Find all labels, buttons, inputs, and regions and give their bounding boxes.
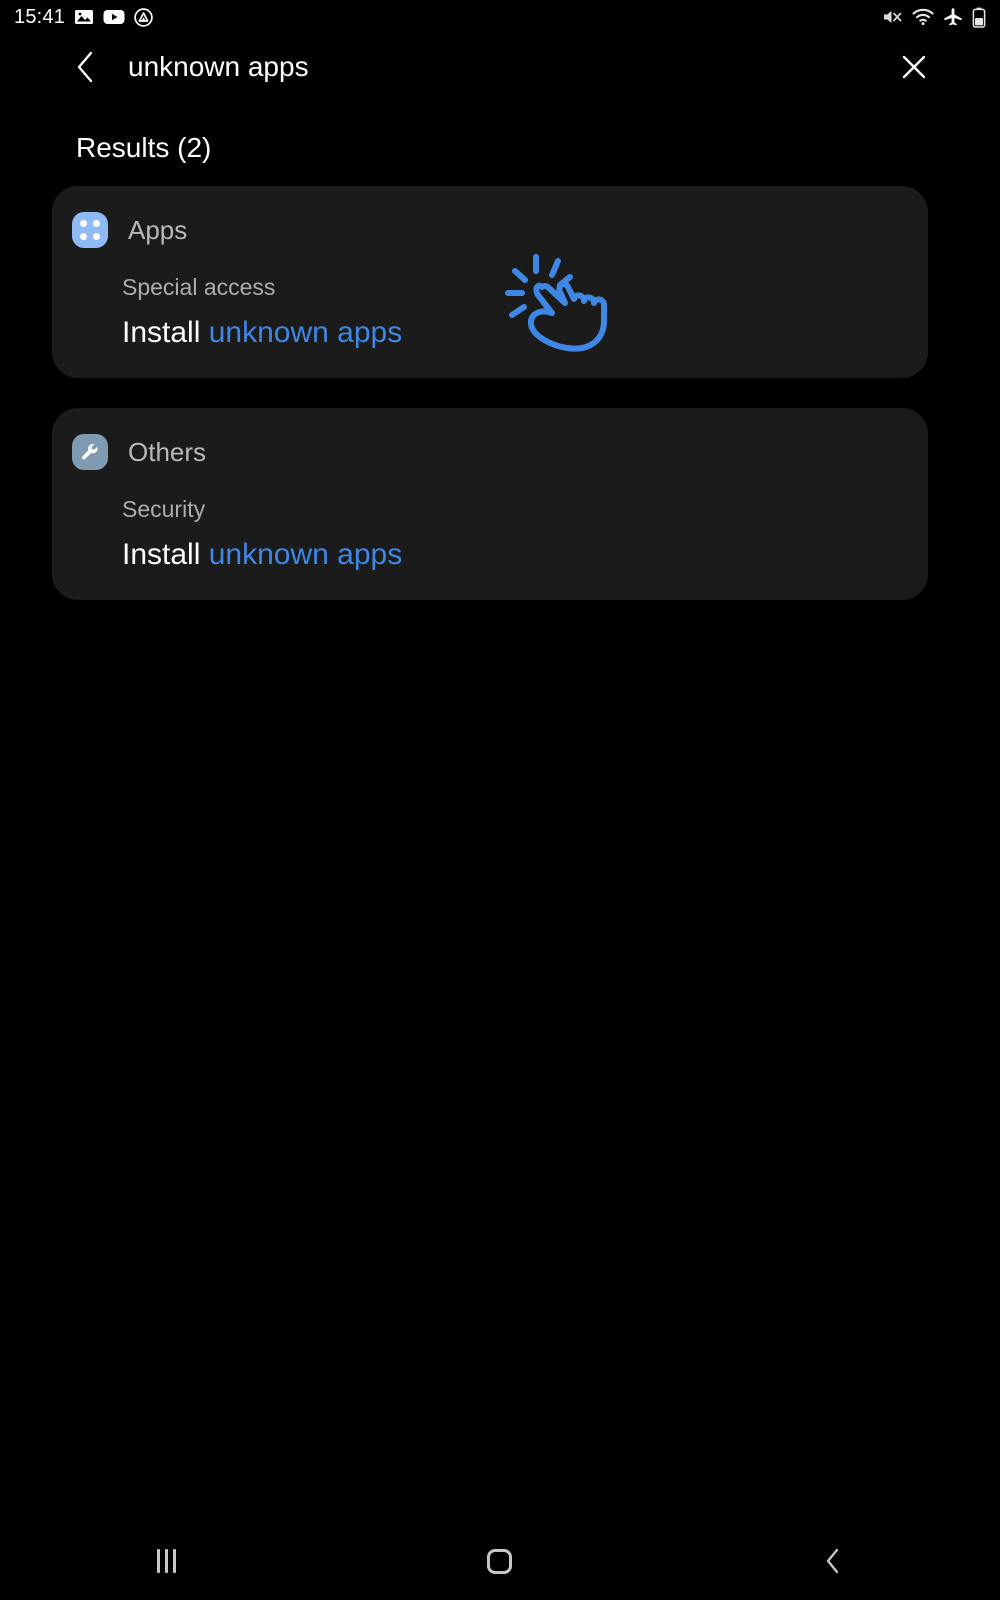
mute-icon [884, 11, 902, 23]
recents-icon [157, 1549, 177, 1573]
youtube-icon [103, 10, 125, 24]
back-button[interactable] [58, 39, 114, 95]
home-icon [487, 1548, 513, 1574]
result-item-highlight: unknown apps [208, 538, 403, 572]
result-card-apps[interactable]: Apps Special access Install unknown apps [52, 186, 928, 379]
status-bar-clock: 15:41 [14, 6, 66, 28]
results-list: Apps Special access Install unknown apps [52, 186, 928, 630]
status-bar: 15:41 [0, 0, 1000, 34]
status-bar-left: 15:41 [14, 7, 153, 27]
result-breadcrumb-label: Special access [122, 274, 276, 300]
result-item-label[interactable]: Install unknown apps [122, 535, 928, 574]
nav-back-button[interactable] [667, 1522, 1000, 1600]
wrench-icon [72, 434, 108, 471]
result-breadcrumb-label: Security [122, 496, 206, 523]
result-card-body[interactable]: Security Install unknown apps [52, 474, 928, 574]
clear-search-button[interactable] [890, 43, 938, 91]
result-item-label[interactable]: Install unknown apps [122, 313, 928, 352]
chevron-left-icon [77, 51, 93, 83]
recents-button[interactable] [0, 1522, 333, 1600]
apps-grid-dots [80, 220, 100, 240]
drive-triangle-icon [134, 7, 153, 27]
result-card-header: Others [52, 430, 928, 474]
back-icon [827, 1548, 839, 1574]
search-query-text[interactable]: unknown apps [128, 53, 309, 81]
result-card-header: Apps [52, 208, 928, 252]
results-title: Results (2) [76, 132, 212, 163]
result-category-label: Apps [128, 215, 188, 245]
apps-grid-icon [72, 212, 108, 248]
close-icon [902, 55, 926, 79]
wrench-glyph [82, 443, 98, 460]
status-bar-right [881, 7, 986, 28]
navigation-bar [0, 1522, 1000, 1600]
result-item-prefix: Install [122, 316, 201, 350]
airplane-mode-icon [944, 8, 962, 26]
image-icon [75, 10, 94, 24]
result-category-label: Others [128, 437, 207, 468]
wifi-icon [912, 8, 934, 26]
home-button[interactable] [333, 1522, 666, 1600]
search-header: unknown apps [0, 34, 1000, 100]
result-item-prefix: Install [122, 538, 201, 572]
battery-icon [972, 7, 986, 28]
result-card-body[interactable]: Special access Install unknown apps [52, 252, 928, 352]
result-item-highlight: unknown apps [208, 316, 403, 350]
result-card-others[interactable]: Others Security Install unknown apps [52, 408, 928, 601]
